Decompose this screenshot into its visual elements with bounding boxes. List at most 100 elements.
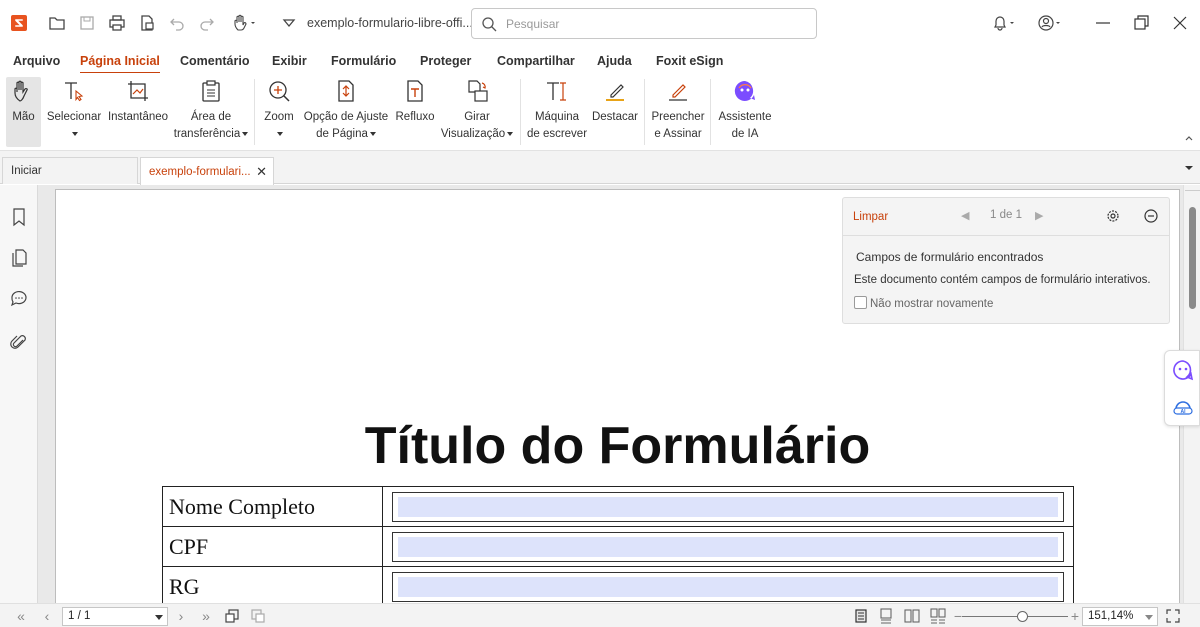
field-label-rg: RG <box>162 566 383 603</box>
tab-arquivo[interactable]: Arquivo <box>13 54 60 68</box>
zoom-slider[interactable] <box>962 616 1068 617</box>
continuous-view-icon[interactable] <box>878 608 894 624</box>
notification-heading: Campos de formulário encontrados <box>856 250 1044 264</box>
restore-window-icon[interactable] <box>1128 10 1154 36</box>
rotate-view-button[interactable]: Girar Visualização <box>441 77 514 147</box>
minimize-icon[interactable] <box>1090 10 1116 36</box>
reflow-button[interactable]: Refluxo <box>394 77 436 147</box>
ribbon-divider <box>520 79 521 145</box>
ribbon-divider <box>254 79 255 145</box>
tab-proteger[interactable]: Proteger <box>420 54 471 68</box>
tab-pagina-inicial[interactable]: Página Inicial <box>80 54 160 74</box>
page-fit-button[interactable]: Opção de Ajuste de Página <box>301 77 391 147</box>
snapshot-button[interactable]: Instantâneo <box>107 77 169 147</box>
close-window-icon[interactable] <box>1167 10 1193 36</box>
zoom-dropdown-icon[interactable] <box>1145 615 1153 620</box>
typewriter-button[interactable]: Máquina de escrever <box>526 77 588 147</box>
next-view-icon[interactable] <box>250 608 266 624</box>
single-page-view-icon[interactable] <box>853 608 869 624</box>
attachments-paperclip-icon[interactable] <box>9 333 29 353</box>
clipboard-button[interactable]: Área de transferência <box>174 77 249 147</box>
tabs-list-dropdown-icon[interactable] <box>1184 164 1194 172</box>
form-fields-notification: Limpar ◀ 1 de 1 ▶ Campos de formulário e… <box>842 197 1170 324</box>
save-icon[interactable] <box>77 13 97 33</box>
chevron-down-icon[interactable] <box>279 13 299 33</box>
print-icon[interactable] <box>107 13 127 33</box>
hand-tool-button[interactable]: Mão <box>6 77 41 147</box>
search-icon <box>482 17 497 32</box>
highlighter-icon <box>601 77 629 105</box>
first-page-icon[interactable]: « <box>13 608 29 624</box>
tab-iniciar[interactable]: Iniciar <box>2 157 138 184</box>
status-bar: « ‹ 1 / 1 › » − + 151,14% <box>0 603 1200 627</box>
next-notification-icon[interactable]: ▶ <box>1035 209 1043 222</box>
previous-page-icon[interactable]: ‹ <box>39 608 55 624</box>
continuous-facing-view-icon[interactable] <box>930 608 946 624</box>
zoom-level-value: 151,14% <box>1088 610 1134 622</box>
close-tab-icon[interactable]: ✕ <box>256 164 267 180</box>
zoom-in-icon[interactable]: + <box>1067 608 1083 624</box>
zoom-slider-handle[interactable] <box>1017 611 1028 622</box>
undo-icon[interactable] <box>167 13 187 33</box>
zoom-level-input[interactable]: 151,14% <box>1082 607 1158 626</box>
rotate-view-icon <box>463 77 491 105</box>
highlight-button[interactable]: Destacar <box>591 77 639 147</box>
comments-icon[interactable] <box>9 289 29 309</box>
cpf-field[interactable] <box>382 526 1074 567</box>
nome-completo-field[interactable] <box>382 486 1074 527</box>
next-page-icon[interactable]: › <box>173 608 189 624</box>
scrollbar-thumb[interactable] <box>1189 207 1196 309</box>
tab-formulario[interactable]: Formulário <box>331 54 396 68</box>
bookmark-icon[interactable] <box>9 207 29 227</box>
ai-assistant-label-line1: Assistente <box>718 111 772 123</box>
collapse-ribbon-icon[interactable] <box>1184 133 1194 143</box>
zoom-button[interactable]: Zoom <box>261 77 297 147</box>
ai-assistant-button[interactable]: Assistente de IA <box>716 77 774 147</box>
search-input[interactable] <box>506 14 806 34</box>
tab-iniciar-label: Iniciar <box>11 165 42 177</box>
foxit-logo-icon[interactable] <box>11 15 27 31</box>
search-box[interactable] <box>471 8 817 39</box>
ai-headset-icon[interactable]: AI <box>1172 396 1194 418</box>
hand-tool-dropdown-icon[interactable] <box>228 13 260 33</box>
account-user-icon[interactable] <box>1032 10 1070 36</box>
tab-current-document[interactable]: exemplo-formulari... ✕ <box>140 157 274 185</box>
tab-comentario[interactable]: Comentário <box>180 54 249 68</box>
ai-chat-icon[interactable] <box>1172 359 1194 381</box>
redo-icon[interactable] <box>197 13 217 33</box>
form-title: Título do Formulário <box>364 417 871 475</box>
page-fit-label-line2: de Página <box>316 128 368 140</box>
zoom-label: Zoom <box>264 111 294 123</box>
ai-assistant-icon <box>731 77 759 105</box>
tab-ajuda[interactable]: Ajuda <box>597 54 632 68</box>
ribbon-divider <box>710 79 711 145</box>
collapse-notification-icon[interactable] <box>1143 208 1159 224</box>
form-table: Nome Completo CPF RG <box>162 486 1074 603</box>
previous-view-icon[interactable] <box>224 608 240 624</box>
last-page-icon[interactable]: » <box>198 608 214 624</box>
gear-icon[interactable] <box>1105 208 1121 224</box>
page-number-input[interactable]: 1 / 1 <box>62 607 168 626</box>
notifications-bell-icon[interactable] <box>987 10 1023 36</box>
rg-field[interactable] <box>382 566 1074 603</box>
rotate-view-label-line1: Girar <box>464 111 490 123</box>
page-setup-icon[interactable] <box>137 13 157 33</box>
form-row: Nome Completo <box>162 486 1074 527</box>
pages-thumbnails-icon[interactable] <box>9 248 29 268</box>
tab-compartilhar[interactable]: Compartilhar <box>497 54 575 68</box>
previous-notification-icon[interactable]: ◀ <box>961 209 969 222</box>
fill-sign-label-line1: Preencher <box>651 111 705 123</box>
open-folder-icon[interactable] <box>47 13 67 33</box>
select-button[interactable]: Selecionar <box>45 77 103 147</box>
menu-bar: Arquivo Página Inicial Comentário Exibir… <box>0 47 1200 74</box>
fullscreen-icon[interactable] <box>1165 608 1181 624</box>
facing-view-icon[interactable] <box>904 608 920 624</box>
tab-foxit-esign[interactable]: Foxit eSign <box>656 54 723 68</box>
dont-show-again-label[interactable]: Não mostrar novamente <box>870 298 993 310</box>
page-dropdown-icon[interactable] <box>155 615 163 620</box>
clear-button[interactable]: Limpar <box>853 211 888 223</box>
tab-current-label: exemplo-formulari... <box>149 165 251 178</box>
dont-show-again-checkbox[interactable] <box>854 296 867 309</box>
fill-and-sign-button[interactable]: Preencher e Assinar <box>650 77 706 147</box>
tab-exibir[interactable]: Exibir <box>272 54 307 68</box>
